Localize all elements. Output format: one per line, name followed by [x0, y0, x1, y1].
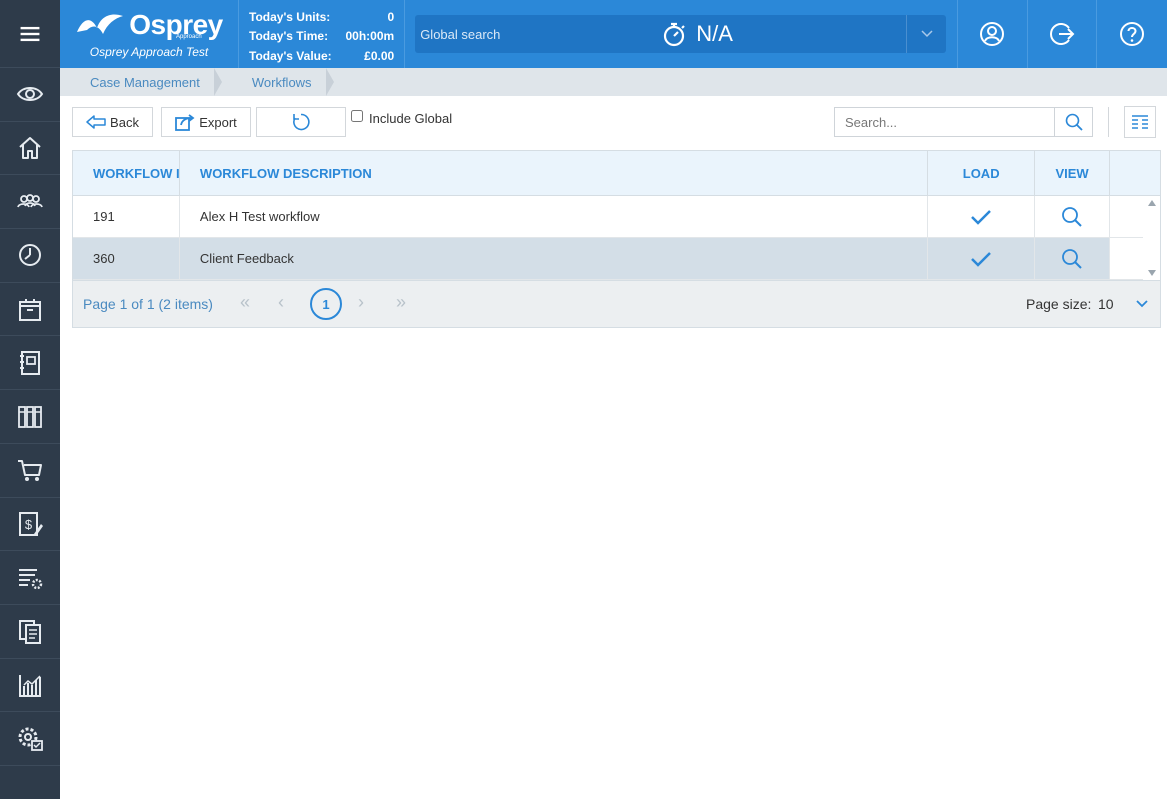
back-button[interactable]: Back: [72, 107, 153, 137]
page-size-select[interactable]: 10: [1098, 293, 1148, 315]
help-icon: [1120, 22, 1145, 46]
grid-search: [834, 107, 1093, 137]
grid-search-button[interactable]: [1054, 108, 1092, 136]
stopwatch-icon: [664, 22, 685, 47]
documents-icon[interactable]: [0, 605, 60, 659]
breadcrumb: Case Management Workflows: [60, 68, 1167, 96]
chevron-down-icon: [1136, 300, 1148, 308]
stat-time: Today's Time: 00h:00m: [249, 29, 395, 44]
page-size-label: Page size:: [1026, 296, 1092, 312]
last-page-icon[interactable]: »: [396, 292, 406, 313]
cart-icon[interactable]: [0, 444, 60, 498]
export-label: Export: [199, 114, 237, 130]
reports-icon[interactable]: [0, 659, 60, 713]
first-page-icon[interactable]: «: [240, 292, 250, 313]
grid-search-input[interactable]: [835, 108, 1055, 136]
prev-page-icon[interactable]: ‹: [278, 292, 284, 313]
view-button[interactable]: [1035, 196, 1111, 237]
admin-icon[interactable]: [0, 712, 60, 766]
today-stats: Today's Units: 0 Today's Time: 00h:00m Tod…: [239, 0, 406, 68]
logout-icon: [1050, 23, 1075, 45]
sidebar: $: [0, 0, 60, 799]
global-search-dropdown[interactable]: [906, 15, 946, 53]
export-icon: [175, 114, 195, 131]
refresh-icon: [293, 113, 310, 131]
table-row[interactable]: 191 Alex H Test workflow: [73, 196, 1160, 238]
logo[interactable]: Osprey Approach Osprey Approach Test: [60, 0, 239, 68]
columns-icon: [1132, 115, 1148, 129]
checkmark-icon: [971, 209, 992, 225]
load-button[interactable]: [928, 196, 1036, 237]
pager-info: Page 1 of 1 (2 items): [83, 296, 213, 312]
table-row[interactable]: 360 Client Feedback: [73, 238, 1160, 280]
stat-value: Today's Value: £0.00: [249, 48, 395, 63]
column-header-workflow-description[interactable]: WORKFLOW DESCRIPTION: [180, 151, 929, 195]
column-header-view[interactable]: VIEW: [1035, 151, 1111, 195]
brand-caption: Osprey Approach Test: [89, 44, 209, 59]
load-button[interactable]: [928, 238, 1036, 279]
chevron-down-icon: [921, 30, 933, 38]
grid-header: WORKFLOW ID WORKFLOW DESCRIPTION LOAD VI…: [73, 151, 1160, 196]
time-icon[interactable]: [0, 229, 60, 283]
search-icon: [1065, 113, 1083, 131]
back-arrow-icon: [86, 115, 106, 129]
global-search-input[interactable]: Global search N/A: [415, 15, 947, 53]
scroll-up-icon: [1147, 200, 1156, 206]
eye-icon[interactable]: [0, 68, 60, 122]
breadcrumb-workflows[interactable]: Workflows: [222, 68, 334, 96]
case-icon[interactable]: [0, 283, 60, 337]
timer[interactable]: N/A: [662, 21, 733, 47]
settings-list-icon[interactable]: [0, 551, 60, 605]
column-chooser-button[interactable]: [1124, 106, 1156, 138]
global-search-placeholder: Global search: [420, 26, 501, 42]
search-icon: [1062, 206, 1082, 227]
column-header-workflow-id[interactable]: WORKFLOW ID: [73, 151, 180, 195]
cell-workflow-id: 360: [73, 238, 180, 279]
svg-text:$: $: [25, 517, 33, 532]
search-icon: [1062, 248, 1082, 269]
notebook-icon[interactable]: [0, 336, 60, 391]
brand-sub: Approach: [176, 34, 202, 40]
include-global-checkbox[interactable]: [351, 109, 363, 122]
column-header-load[interactable]: LOAD: [928, 151, 1036, 195]
breadcrumb-case-management[interactable]: Case Management: [60, 68, 222, 96]
cell-workflow-description: Alex H Test workflow: [180, 196, 929, 237]
page-size-value: 10: [1098, 296, 1114, 312]
toolbar: Back Export Include Global: [72, 106, 1157, 138]
library-icon[interactable]: [0, 390, 60, 444]
back-label: Back: [110, 114, 139, 130]
cell-workflow-id: 191: [73, 196, 180, 237]
export-button[interactable]: Export: [161, 107, 251, 137]
column-header-spacer: [1110, 151, 1160, 195]
refresh-button[interactable]: [256, 107, 346, 137]
checkmark-icon: [971, 251, 992, 267]
app-header: Osprey Approach Osprey Approach Test Tod…: [60, 0, 1167, 68]
workflows-grid: WORKFLOW ID WORKFLOW DESCRIPTION LOAD VI…: [72, 150, 1161, 328]
include-global-toggle[interactable]: Include Global: [351, 109, 453, 126]
grid-pager: Page 1 of 1 (2 items) « ‹ 1 › » Page siz…: [73, 280, 1160, 327]
next-page-icon[interactable]: ›: [358, 292, 364, 313]
logout-button[interactable]: [1028, 0, 1098, 68]
timer-value: N/A: [696, 21, 733, 46]
global-search-area: Global search N/A: [405, 0, 959, 68]
help-button[interactable]: [1097, 0, 1167, 68]
menu-icon[interactable]: [0, 0, 60, 68]
scroll-down-icon: [1147, 270, 1156, 276]
profile-button[interactable]: [958, 0, 1028, 68]
osprey-bird-icon: [77, 14, 124, 34]
profile-icon: [980, 22, 1005, 46]
billing-icon[interactable]: $: [0, 498, 60, 552]
include-global-label: Include Global: [369, 111, 453, 126]
home-icon[interactable]: [0, 122, 60, 176]
view-button[interactable]: [1035, 238, 1111, 279]
stat-units: Today's Units: 0: [249, 9, 395, 24]
contacts-icon[interactable]: [0, 175, 60, 230]
toolbar-divider: [1108, 107, 1109, 137]
grid-scrollbar[interactable]: [1143, 196, 1160, 280]
current-page-button[interactable]: 1: [310, 288, 342, 320]
cell-workflow-description: Client Feedback: [180, 238, 929, 279]
